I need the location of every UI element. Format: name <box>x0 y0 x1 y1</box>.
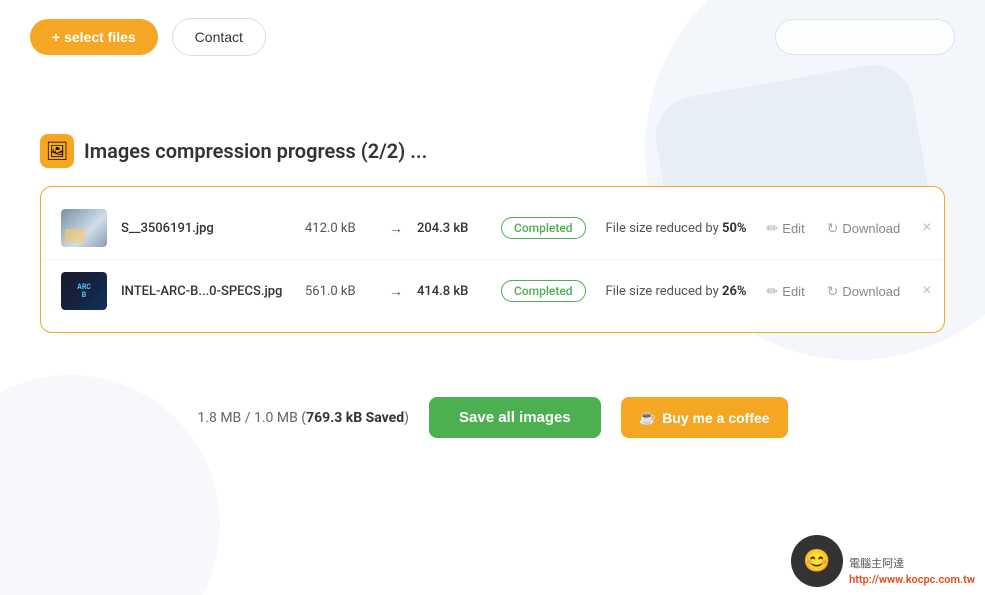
buy-coffee-button[interactable]: ☕ Buy me a coffee <box>621 397 788 438</box>
arrow-icon-2: → <box>389 283 403 300</box>
file-list-container: S__3506191.jpg 412.0 kB → 204.3 kB Compl… <box>40 186 945 333</box>
watermark: 😊 電腦主阿達 http://www.kocpc.com.tw <box>791 535 975 587</box>
save-all-button[interactable]: Save all images <box>429 397 601 438</box>
file-thumb-img2: ARCB <box>61 272 107 310</box>
file-name-2: INTEL-ARC-B...0-SPECS.jpg <box>121 284 291 299</box>
page-wrapper: + select files Contact 🖼 Images compress… <box>0 0 985 595</box>
file-original-size-2: 561.0 kB <box>305 284 375 299</box>
download-label-1: Download <box>842 221 900 236</box>
file-thumbnail-1 <box>61 209 107 247</box>
coffee-icon: ☕ <box>639 409 656 426</box>
footer-stats: 1.8 MB / 1.0 MB (769.3 kB Saved) <box>197 410 409 426</box>
table-row: ARCB INTEL-ARC-B...0-SPECS.jpg 561.0 kB … <box>41 260 944 322</box>
section-title: 🖼 Images compression progress (2/2) ... <box>40 134 945 168</box>
close-button-2[interactable]: × <box>916 280 937 302</box>
stats-end: ) <box>404 410 409 426</box>
action-group-2: ✏ Edit ↻ Download × <box>761 279 938 304</box>
close-button-1[interactable]: × <box>916 217 937 239</box>
edit-icon-1: ✏ <box>767 220 779 237</box>
header: + select files Contact <box>0 0 985 74</box>
saved-text: 769.3 kB Saved <box>306 410 404 426</box>
file-thumb-img1 <box>61 209 107 247</box>
coffee-label: Buy me a coffee <box>662 410 769 426</box>
file-original-size-1: 412.0 kB <box>305 221 375 236</box>
status-badge-2: Completed <box>501 280 586 302</box>
reduction-text-2: File size reduced by 26% <box>606 284 747 299</box>
watermark-avatar: 😊 <box>791 535 843 587</box>
edit-button-2[interactable]: ✏ Edit <box>761 279 811 304</box>
table-row: S__3506191.jpg 412.0 kB → 204.3 kB Compl… <box>41 197 944 260</box>
download-icon-2: ↻ <box>827 283 839 300</box>
arrow-icon-1: → <box>389 220 403 237</box>
action-group-1: ✏ Edit ↻ Download × <box>761 216 938 241</box>
watermark-site: http://www.kocpc.com.tw <box>849 573 975 586</box>
reduction-text-1: File size reduced by 50% <box>606 221 747 236</box>
watermark-text: 電腦主阿達 http://www.kocpc.com.tw <box>849 556 975 587</box>
status-badge-1: Completed <box>501 217 586 239</box>
edit-button-1[interactable]: ✏ Edit <box>761 216 811 241</box>
section-title-text: Images compression progress (2/2) ... <box>84 139 427 163</box>
edit-label-2: Edit <box>782 284 804 299</box>
download-icon-1: ↻ <box>827 220 839 237</box>
contact-button[interactable]: Contact <box>172 18 266 56</box>
edit-label-1: Edit <box>782 221 804 236</box>
file-compressed-size-1: 204.3 kB <box>417 221 487 236</box>
footer-bar: 1.8 MB / 1.0 MB (769.3 kB Saved) Save al… <box>0 381 985 454</box>
watermark-icon: 😊 <box>803 549 830 574</box>
reduction-pct-1: 50% <box>722 221 747 236</box>
file-thumbnail-2: ARCB <box>61 272 107 310</box>
search-input[interactable] <box>775 19 955 55</box>
stats-text: 1.8 MB / 1.0 MB ( <box>197 410 306 426</box>
download-button-1[interactable]: ↻ Download <box>821 216 907 241</box>
main-content: 🖼 Images compression progress (2/2) ... … <box>0 74 985 373</box>
select-files-button[interactable]: + select files <box>30 19 158 55</box>
reduction-pct-2: 26% <box>722 284 747 299</box>
file-name-1: S__3506191.jpg <box>121 221 291 236</box>
download-label-2: Download <box>842 284 900 299</box>
section-icon: 🖼 <box>40 134 74 168</box>
download-button-2[interactable]: ↻ Download <box>821 279 907 304</box>
file-compressed-size-2: 414.8 kB <box>417 284 487 299</box>
edit-icon-2: ✏ <box>767 283 779 300</box>
